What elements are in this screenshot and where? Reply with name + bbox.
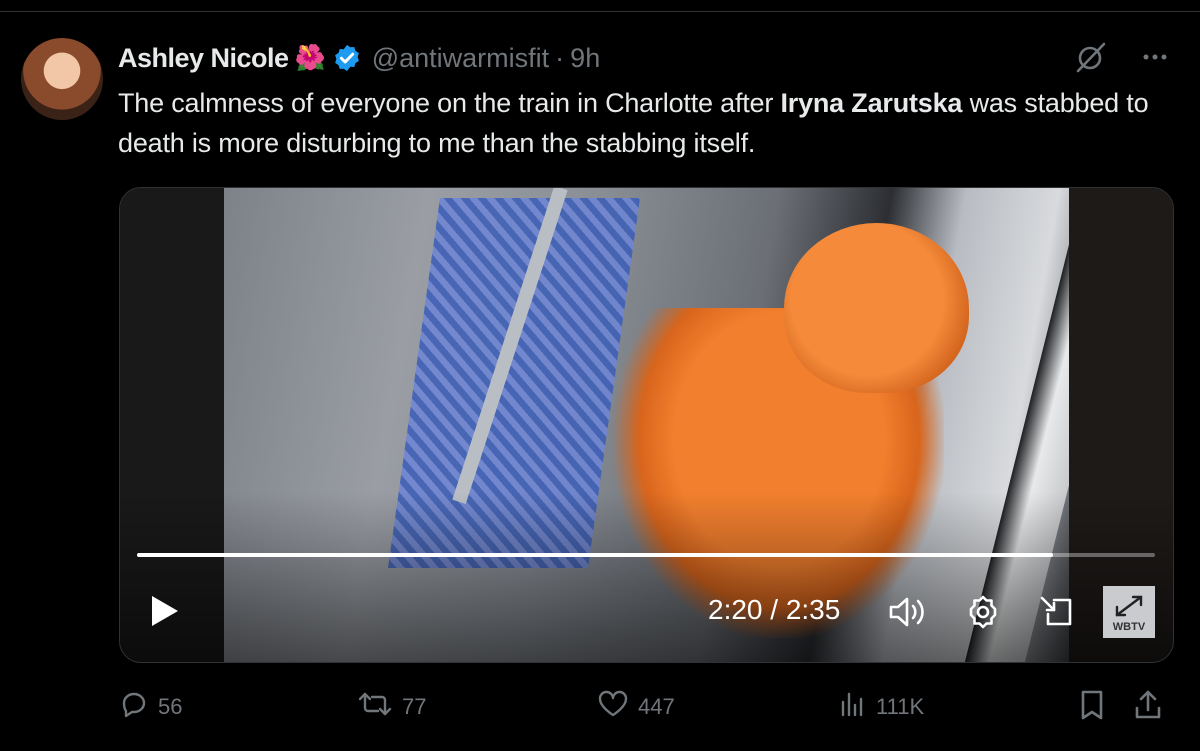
volume-icon[interactable] xyxy=(886,592,928,637)
share-icon xyxy=(1132,688,1164,728)
reply-button[interactable]: 56 xyxy=(118,688,182,726)
share-button[interactable] xyxy=(1132,688,1164,728)
reply-icon xyxy=(118,688,150,726)
repost-icon xyxy=(356,688,394,726)
tweet[interactable]: Ashley Nicole 🌺 @antiwarmisfit · 9h The … xyxy=(0,0,1200,751)
hibiscus-emoji: 🌺 xyxy=(294,43,326,72)
orange-hood xyxy=(784,223,969,393)
progress-bar-fill xyxy=(137,553,1054,557)
wbtv-watermark: WBTV xyxy=(1112,621,1146,633)
tweet-text-part-1: The calmness of everyone on the train in… xyxy=(118,88,781,118)
verified-badge-icon[interactable] xyxy=(332,43,362,73)
views-count: 111K xyxy=(876,694,925,719)
settings-icon[interactable] xyxy=(963,592,1003,637)
grok-icon[interactable] xyxy=(1074,40,1108,74)
repost-count: 77 xyxy=(402,694,427,719)
video-controls: 2:20 / 2:35 WBTV xyxy=(120,582,1173,642)
more-icon[interactable] xyxy=(1140,42,1170,72)
time-readout: 2:20 / 2:35 xyxy=(708,594,841,625)
views-button[interactable]: 111K xyxy=(836,688,924,726)
tweet-text: The calmness of everyone on the train in… xyxy=(118,83,1178,163)
repost-button[interactable]: 77 xyxy=(356,688,426,726)
play-icon[interactable] xyxy=(146,592,182,635)
like-icon xyxy=(596,688,630,726)
avatar[interactable] xyxy=(21,38,103,120)
pip-icon[interactable] xyxy=(1036,592,1076,637)
bookmark-button[interactable] xyxy=(1076,688,1108,728)
display-name[interactable]: Ashley Nicole xyxy=(118,43,289,74)
views-icon xyxy=(836,688,868,726)
tweet-header: Ashley Nicole 🌺 @antiwarmisfit · 9h xyxy=(118,40,600,76)
video-player[interactable]: 2:20 / 2:35 WBTV xyxy=(119,187,1174,663)
like-count: 447 xyxy=(638,694,675,719)
separator-dot: · xyxy=(555,42,565,73)
timestamp[interactable]: 9h xyxy=(570,43,600,74)
reply-count: 56 xyxy=(158,694,183,719)
tweet-actions: 56 77 447 111K xyxy=(118,688,1178,728)
handle[interactable]: @antiwarmisfit xyxy=(372,43,549,74)
fullscreen-icon[interactable]: WBTV xyxy=(1103,586,1155,638)
progress-bar[interactable] xyxy=(137,553,1155,557)
like-button[interactable]: 447 xyxy=(596,688,675,726)
tweet-text-mention: Iryna Zarutska xyxy=(780,88,963,118)
bookmark-icon xyxy=(1076,688,1108,728)
tweet-top-actions xyxy=(1074,40,1170,74)
